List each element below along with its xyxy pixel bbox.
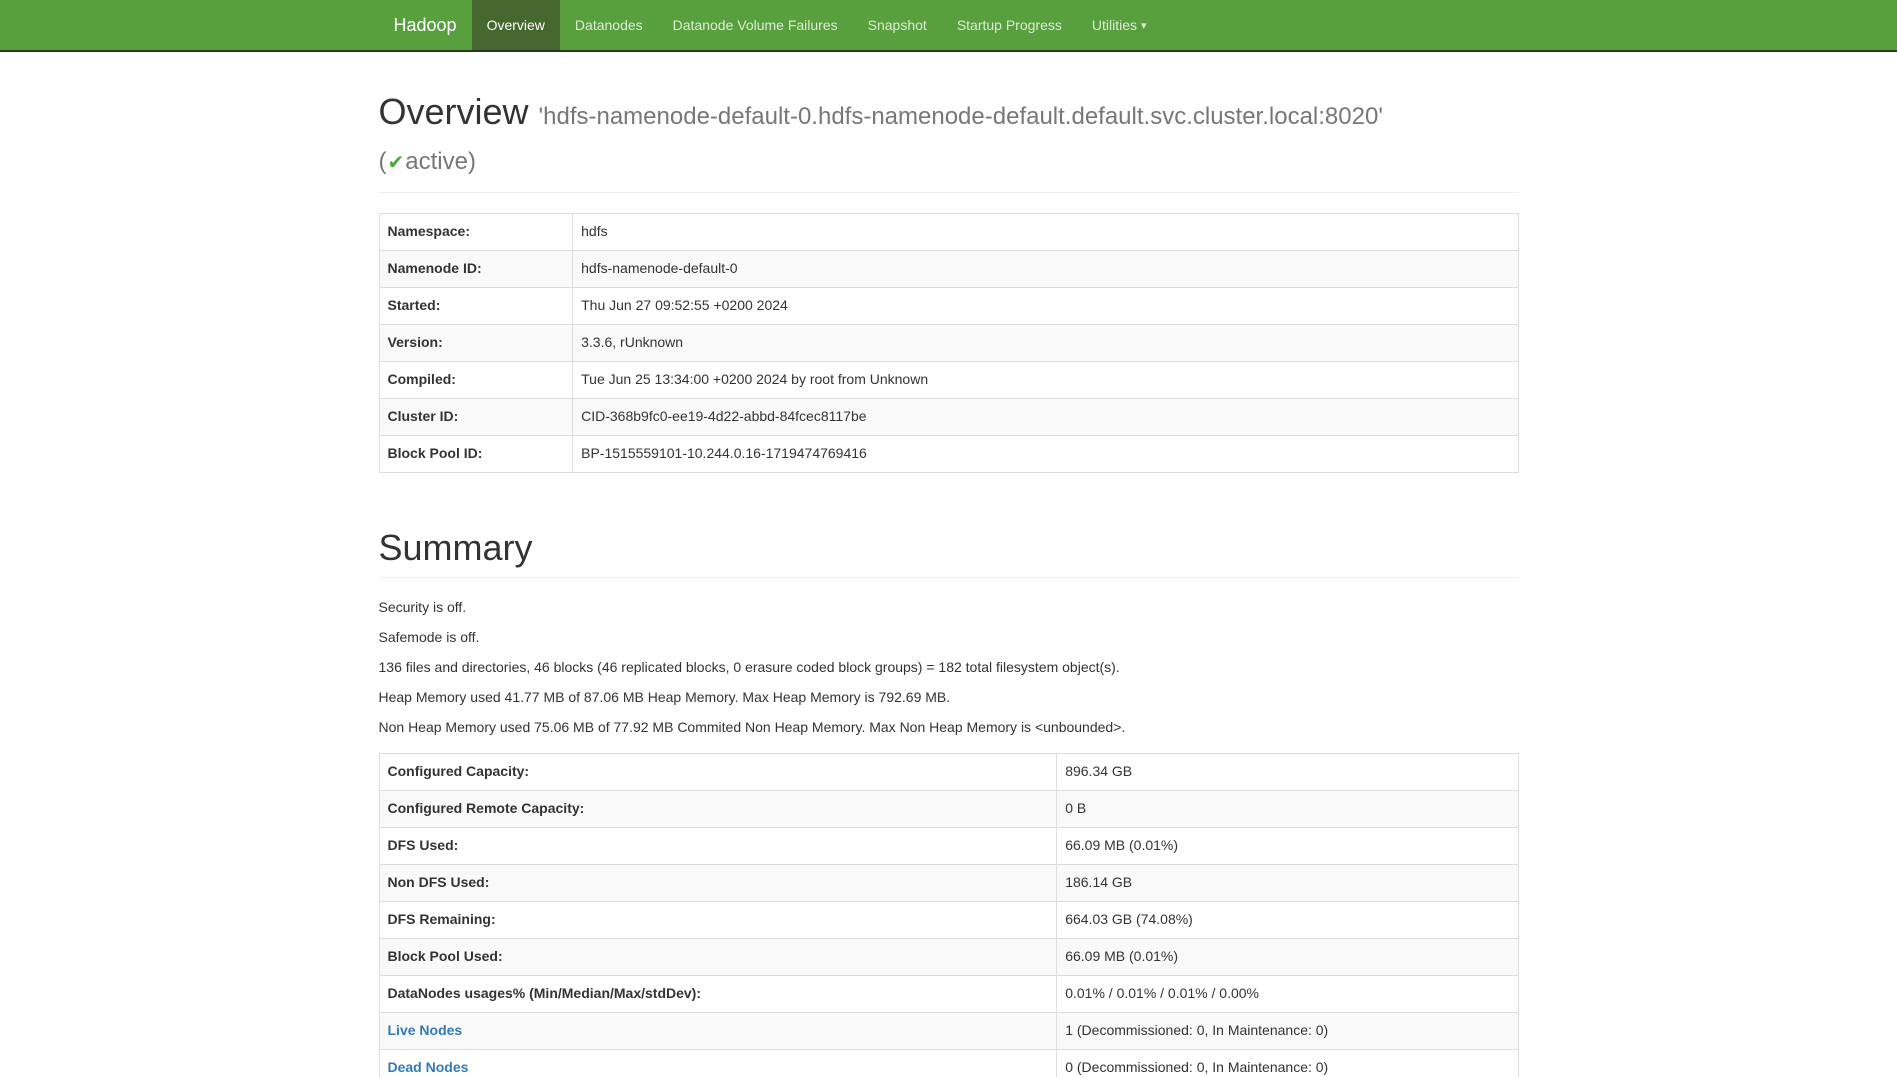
cluster-info-row-version: Version: 3.3.6, rUnknown <box>379 324 1518 361</box>
row-label: Block Pool ID: <box>388 445 483 461</box>
nav-item-startup-progress[interactable]: Startup Progress <box>942 0 1077 50</box>
summary-value: 66.09 MB (0.01%) <box>1065 948 1178 964</box>
row-value: hdfs <box>581 223 607 239</box>
nav-item-datanodes[interactable]: Datanodes <box>560 0 658 50</box>
cluster-info-row-namespace: Namespace: hdfs <box>379 214 1518 251</box>
summary-label-non-dfs-used: Non DFS Used: <box>388 874 490 890</box>
summary-row-dfs-remaining: DFS Remaining: 664.03 GB (74.08%) <box>379 901 1518 938</box>
summary-row-dfs-used: DFS Used: 66.09 MB (0.01%) <box>379 827 1518 864</box>
namenode-address: 'hdfs-namenode-default-0.hdfs-namenode-d… <box>539 103 1383 130</box>
row-value: CID-368b9fc0-ee19-4d22-abbd-84fcec8117be <box>581 408 866 424</box>
summary-label-configured-capacity: Configured Capacity: <box>388 763 530 779</box>
caret-down-icon: ▾ <box>1141 21 1147 32</box>
state-open-paren: ( <box>379 148 387 175</box>
cluster-info-table: Namespace: hdfs Namenode ID: hdfs-nameno… <box>379 213 1519 473</box>
nav-item-utilities[interactable]: Utilities ▾ <box>1077 0 1162 50</box>
main-content: Overview 'hdfs-namenode-default-0.hdfs-n… <box>364 92 1534 1077</box>
summary-paragraph: 136 files and directories, 46 blocks (46… <box>379 658 1519 678</box>
summary-label-dead-nodes[interactable]: Dead Nodes <box>388 1059 469 1075</box>
nav-item-label: Utilities <box>1092 17 1137 33</box>
summary-row-non-dfs-used: Non DFS Used: 186.14 GB <box>379 864 1518 901</box>
row-label: Cluster ID: <box>388 408 459 424</box>
summary-paragraph: Safemode is off. <box>379 628 1519 648</box>
nav-item-label: Snapshot <box>868 17 927 33</box>
nav-item-datanode-volume-failures[interactable]: Datanode Volume Failures <box>658 0 853 50</box>
summary-row-dead-nodes: Dead Nodes 0 (Decommissioned: 0, In Main… <box>379 1049 1518 1077</box>
app-brand: Hadoop <box>379 0 472 50</box>
summary-table: Configured Capacity: 896.34 GB Configure… <box>379 753 1519 1077</box>
cluster-info-row-namenode-id: Namenode ID: hdfs-namenode-default-0 <box>379 250 1518 287</box>
cluster-info-row-started: Started: Thu Jun 27 09:52:55 +0200 2024 <box>379 287 1518 324</box>
summary-label-datanodes-usages-min-median-max-stddev: DataNodes usages% (Min/Median/Max/stdDev… <box>388 985 702 1001</box>
summary-row-configured-capacity: Configured Capacity: 896.34 GB <box>379 753 1518 790</box>
summary-row-datanodes-usages-min-median-max-stddev: DataNodes usages% (Min/Median/Max/stdDev… <box>379 975 1518 1012</box>
navbar: Hadoop Overview Datanodes Datanode Volum… <box>0 0 1897 52</box>
cluster-info-row-compiled: Compiled: Tue Jun 25 13:34:00 +0200 2024… <box>379 361 1518 398</box>
nav-item-snapshot[interactable]: Snapshot <box>853 0 942 50</box>
summary-value: 0.01% / 0.01% / 0.01% / 0.00% <box>1065 985 1259 1001</box>
nav-item-label: Datanodes <box>575 17 643 33</box>
summary-value: 0 (Decommissioned: 0, In Maintenance: 0) <box>1065 1059 1328 1075</box>
summary-value: 664.03 GB (74.08%) <box>1065 911 1193 927</box>
namenode-state: (✔active) <box>379 148 476 175</box>
summary-value: 1 (Decommissioned: 0, In Maintenance: 0) <box>1065 1022 1328 1038</box>
nav-item-label: Overview <box>487 17 545 33</box>
cluster-info-row-cluster-id: Cluster ID: CID-368b9fc0-ee19-4d22-abbd-… <box>379 398 1518 435</box>
row-value: Tue Jun 25 13:34:00 +0200 2024 by root f… <box>581 371 928 387</box>
summary-paragraph: Non Heap Memory used 75.06 MB of 77.92 M… <box>379 718 1519 738</box>
row-label: Version: <box>388 334 443 350</box>
nav-item-overview[interactable]: Overview <box>472 0 560 50</box>
summary-title: Summary <box>379 528 1519 568</box>
summary-row-configured-remote-capacity: Configured Remote Capacity: 0 B <box>379 790 1518 827</box>
summary-value: 896.34 GB <box>1065 763 1132 779</box>
page-title-text: Overview <box>379 91 529 132</box>
summary-paragraph: Heap Memory used 41.77 MB of 87.06 MB He… <box>379 688 1519 708</box>
navbar-menu: Overview Datanodes Datanode Volume Failu… <box>472 0 1162 50</box>
nav-item-label: Datanode Volume Failures <box>673 17 838 33</box>
summary-row-live-nodes: Live Nodes 1 (Decommissioned: 0, In Main… <box>379 1012 1518 1049</box>
row-value: Thu Jun 27 09:52:55 +0200 2024 <box>581 297 788 313</box>
summary-value: 186.14 GB <box>1065 874 1132 890</box>
summary-paragraphs: Security is off. Safemode is off. 136 fi… <box>379 598 1519 738</box>
summary-paragraph: Security is off. <box>379 598 1519 618</box>
row-label: Namespace: <box>388 223 471 239</box>
summary-label-dfs-used: DFS Used: <box>388 837 459 853</box>
row-label: Started: <box>388 297 441 313</box>
nav-item-label: Startup Progress <box>957 17 1062 33</box>
summary-label-configured-remote-capacity: Configured Remote Capacity: <box>388 800 585 816</box>
summary-label-live-nodes[interactable]: Live Nodes <box>388 1022 463 1038</box>
row-value: BP-1515559101-10.244.0.16-1719474769416 <box>581 445 867 461</box>
page-title: Overview 'hdfs-namenode-default-0.hdfs-n… <box>379 92 1519 183</box>
summary-value: 66.09 MB (0.01%) <box>1065 837 1178 853</box>
summary-value: 0 B <box>1065 800 1086 816</box>
summary-label-dfs-remaining: DFS Remaining: <box>388 911 496 927</box>
summary-page-header: Summary <box>379 528 1519 578</box>
row-label: Namenode ID: <box>388 260 482 276</box>
overview-page-header: Overview 'hdfs-namenode-default-0.hdfs-n… <box>379 92 1519 193</box>
row-value: hdfs-namenode-default-0 <box>581 260 737 276</box>
row-label: Compiled: <box>388 371 456 387</box>
cluster-info-row-block-pool-id: Block Pool ID: BP-1515559101-10.244.0.16… <box>379 435 1518 472</box>
summary-row-block-pool-used: Block Pool Used: 66.09 MB (0.01%) <box>379 938 1518 975</box>
state-label: active) <box>405 148 476 175</box>
check-icon: ✔ <box>387 152 406 174</box>
summary-label-block-pool-used: Block Pool Used: <box>388 948 503 964</box>
row-value: 3.3.6, rUnknown <box>581 334 683 350</box>
